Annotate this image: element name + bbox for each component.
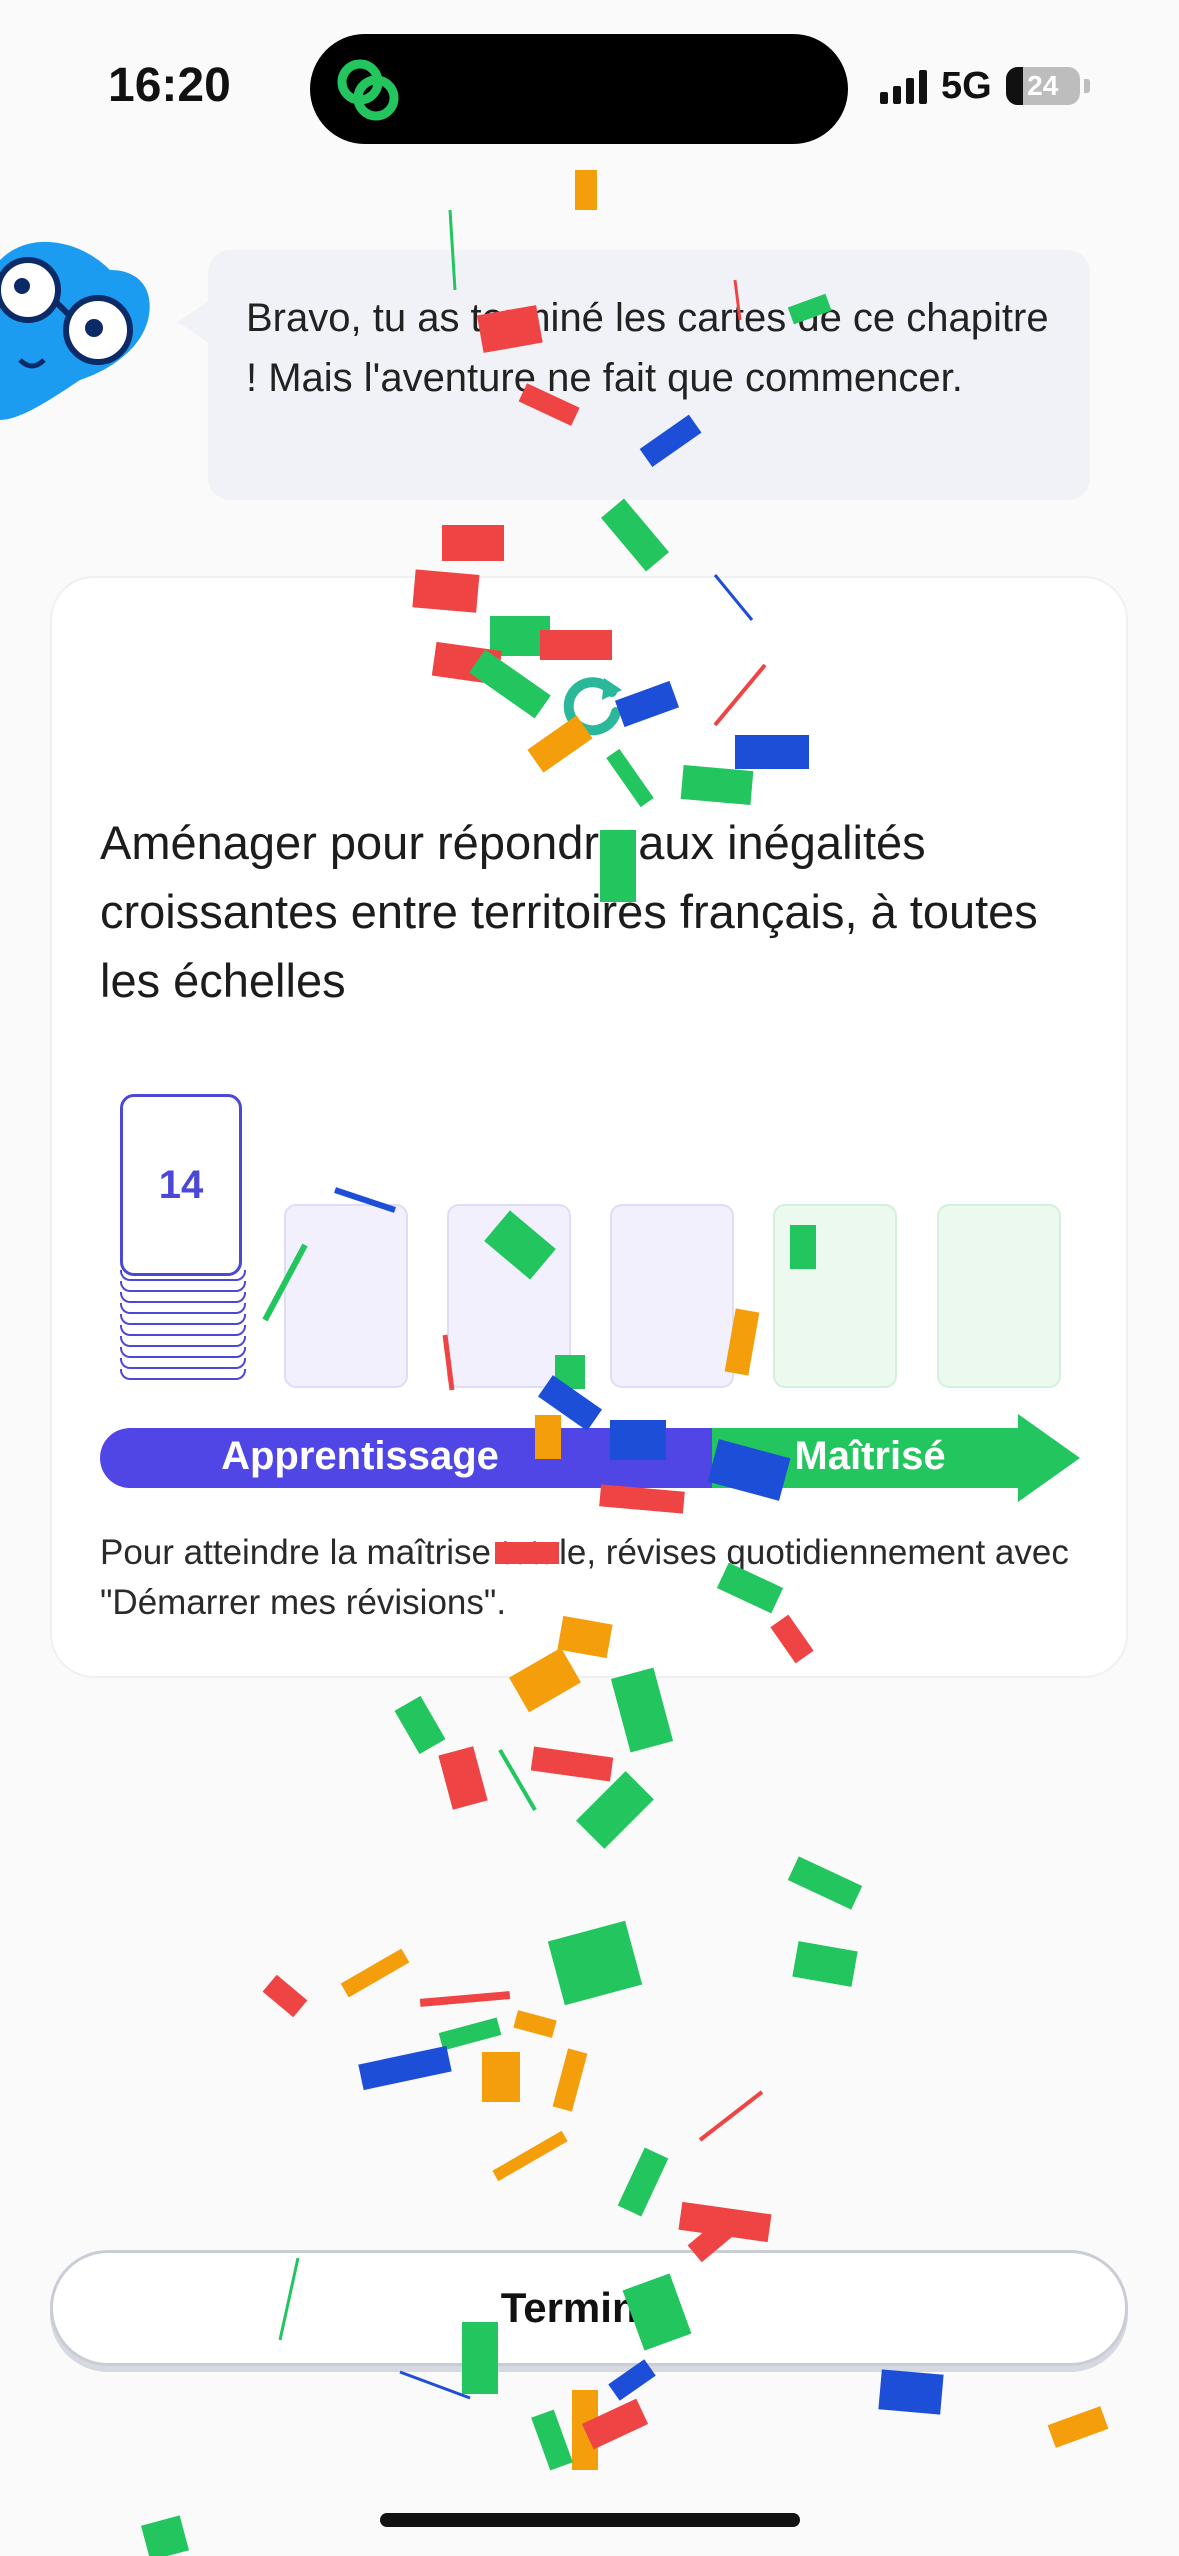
speech-bubble-text: Bravo, tu as terminé les cartes de ce ch… — [246, 296, 1049, 400]
signal-icon — [880, 68, 927, 104]
learning-box-4 — [610, 1204, 734, 1388]
learning-box-3 — [447, 1204, 571, 1388]
finish-button-label: Terminer — [500, 2284, 678, 2331]
home-indicator — [380, 2513, 800, 2527]
learning-label: Apprentissage — [221, 1434, 499, 1478]
learning-card-stack: 14 — [120, 1094, 246, 1394]
mastered-box-1 — [773, 1204, 897, 1388]
link-logo-icon — [337, 59, 399, 121]
mascot-icon — [0, 241, 150, 420]
learning-box-2 — [284, 1204, 408, 1388]
speech-bubble: Bravo, tu as terminé les cartes de ce ch… — [208, 250, 1090, 500]
battery-icon: 24 — [1005, 67, 1080, 105]
finish-button[interactable]: Terminer — [50, 2250, 1128, 2366]
status-time: 16:20 — [108, 59, 231, 112]
battery-level: 24 — [1027, 70, 1059, 101]
mastered-box-2 — [937, 1204, 1061, 1388]
refresh-icon — [563, 677, 622, 736]
chapter-title: Aménager pour répondre aux inégalités cr… — [100, 816, 1038, 1007]
learning-count: 14 — [158, 1162, 204, 1207]
revision-hint: Pour atteindre la maîtrise totale, révis… — [100, 1533, 1069, 1622]
network-label: 5G — [941, 64, 992, 107]
status-indicators: 5G 24 — [880, 62, 1090, 110]
learning-card-front: 14 — [120, 1094, 242, 1276]
dynamic-island — [310, 34, 848, 144]
speech-bubble-tail — [178, 300, 210, 344]
mastered-label: Maîtrisé — [794, 1434, 946, 1478]
